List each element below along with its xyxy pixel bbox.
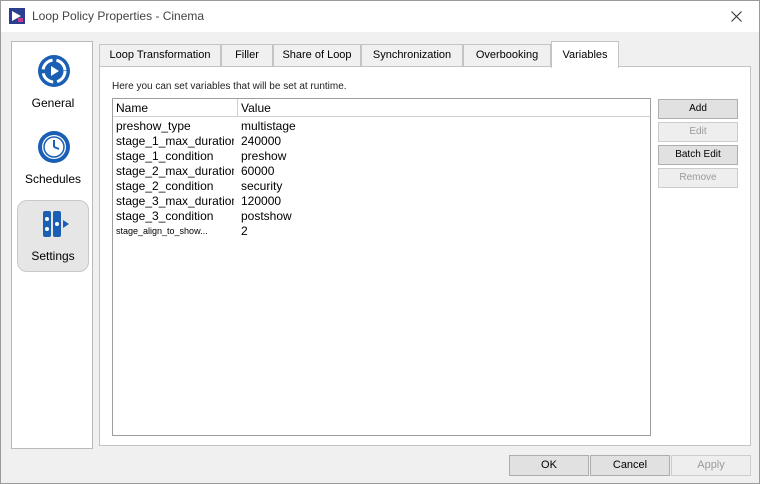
tab-synchronization[interactable]: Synchronization <box>361 44 463 67</box>
dialog-window: Loop Policy Properties - Cinema General <box>0 0 760 484</box>
batch-edit-button[interactable]: Batch Edit <box>658 145 738 165</box>
variables-table: Name Value preshow_type multistage stage… <box>112 98 651 436</box>
row-value: 60000 <box>241 164 275 178</box>
row-name: stage_align_to_show... <box>116 226 208 236</box>
row-name: stage_2_max_duration <box>116 164 234 178</box>
window-title: Loop Policy Properties - Cinema <box>32 9 205 23</box>
row-name: stage_3_max_duration <box>116 194 234 208</box>
row-value: postshow <box>241 209 292 223</box>
sidebar-item-label: Schedules <box>24 172 82 186</box>
row-value: preshow <box>241 149 287 163</box>
apply-button[interactable]: Apply <box>671 455 751 476</box>
title-bar: Loop Policy Properties - Cinema <box>1 1 759 32</box>
row-name: preshow_type <box>116 119 191 133</box>
row-name: stage_2_condition <box>116 179 214 193</box>
sidebar-item-general[interactable]: General <box>17 48 89 120</box>
table-header: Name Value <box>113 99 650 117</box>
tab-loop-transformation[interactable]: Loop Transformation <box>99 44 221 67</box>
sidebar-item-label: Settings <box>31 249 75 263</box>
close-button[interactable] <box>713 1 759 32</box>
variables-hint: Here you can set variables that will be … <box>112 81 347 92</box>
table-row[interactable]: stage_2_max_duration 60000 <box>113 164 650 179</box>
row-value: multistage <box>241 119 296 133</box>
table-row[interactable]: stage_3_max_duration 120000 <box>113 194 650 209</box>
column-header-name[interactable]: Name <box>116 99 148 117</box>
row-value: 120000 <box>241 194 282 208</box>
clock-icon <box>38 131 70 163</box>
add-variable-button[interactable]: Add <box>658 99 738 119</box>
close-icon <box>730 11 742 22</box>
row-name: stage_3_condition <box>116 209 214 223</box>
table-row[interactable]: stage_3_condition postshow <box>113 209 650 224</box>
edit-variable-button[interactable]: Edit <box>658 122 738 142</box>
cancel-button[interactable]: Cancel <box>590 455 670 476</box>
ok-button[interactable]: OK <box>509 455 589 476</box>
row-name: stage_1_condition <box>116 149 214 163</box>
row-value: 2 <box>241 224 248 238</box>
table-row[interactable]: stage_2_condition security <box>113 179 650 194</box>
row-value: security <box>241 179 283 193</box>
tab-variables[interactable]: Variables <box>551 41 619 68</box>
row-value: 240000 <box>241 134 282 148</box>
tab-overbooking[interactable]: Overbooking <box>463 44 551 67</box>
settings-sliders-icon <box>43 211 69 237</box>
variables-panel: Here you can set variables that will be … <box>99 66 751 446</box>
row-name: stage_1_max_duration <box>116 134 234 148</box>
table-row[interactable]: stage_1_condition preshow <box>113 149 650 164</box>
tab-share-of-loop[interactable]: Share of Loop <box>273 44 361 67</box>
playback-circle-icon <box>38 55 70 87</box>
table-row[interactable]: preshow_type multistage <box>113 119 650 134</box>
sidebar-item-settings[interactable]: Settings <box>17 200 89 272</box>
column-divider[interactable] <box>237 99 238 117</box>
table-row[interactable]: stage_align_to_show... 2 <box>113 224 650 239</box>
sidebar-item-schedules[interactable]: Schedules <box>17 124 89 196</box>
remove-variable-button[interactable]: Remove <box>658 168 738 188</box>
table-row[interactable]: stage_1_max_duration 240000 <box>113 134 650 149</box>
app-logo-icon <box>9 8 25 24</box>
tab-filler[interactable]: Filler <box>221 44 273 67</box>
sidebar-nav: General Schedules Settings <box>11 41 93 449</box>
sidebar-item-label: General <box>31 96 75 110</box>
column-header-value[interactable]: Value <box>241 99 271 117</box>
